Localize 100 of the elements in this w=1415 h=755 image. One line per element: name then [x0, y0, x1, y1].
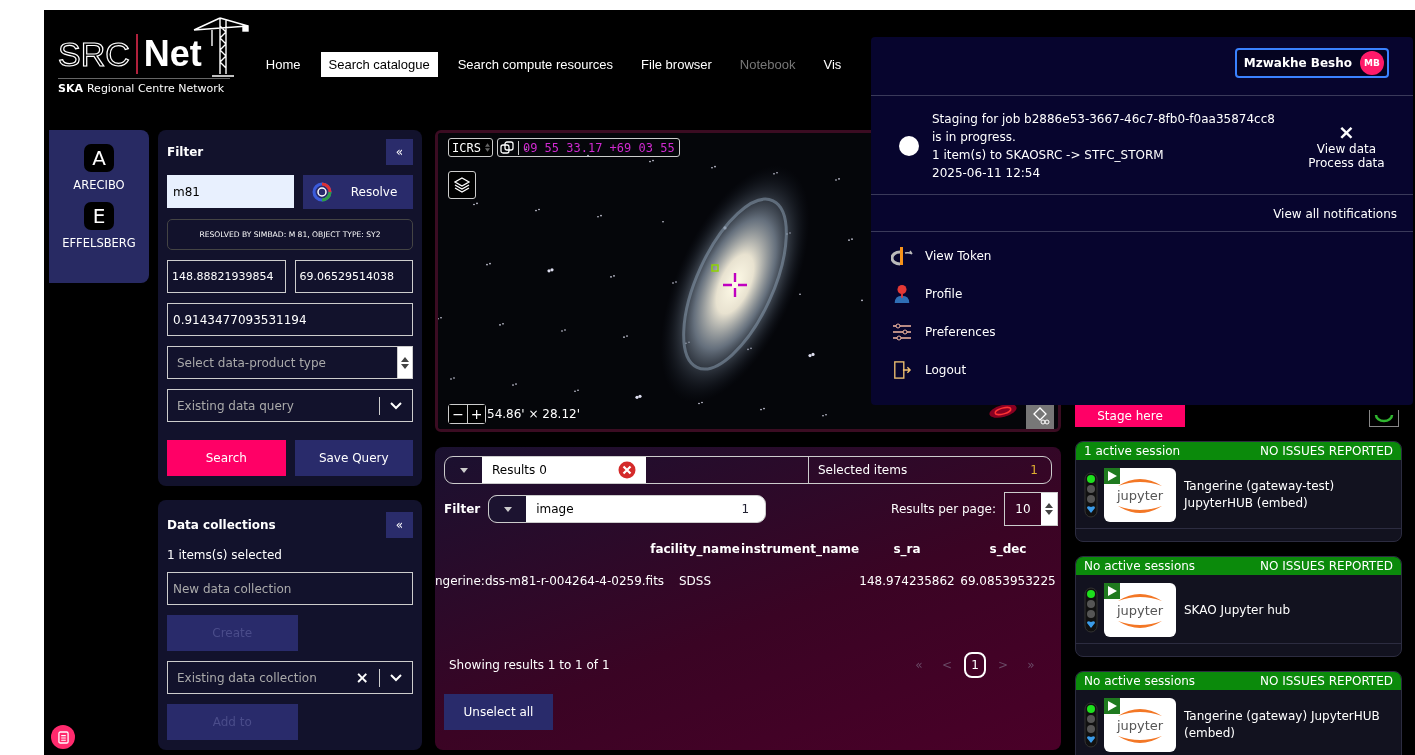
search-button[interactable]: Search	[167, 440, 286, 476]
results-tab[interactable]: Results 0	[482, 457, 646, 483]
crosshair-icon	[723, 273, 747, 297]
table-cell: ngerine:dss-m81-r-004264-4-0259.fits	[435, 574, 665, 588]
facility-name[interactable]: ARECIBO	[73, 178, 125, 192]
page-button[interactable]: 1	[964, 652, 986, 678]
close-button[interactable]: ×	[1338, 122, 1355, 142]
dec-field[interactable]: 69.06529514038	[294, 260, 413, 293]
facility-badge[interactable]: E	[84, 202, 114, 230]
per-page-label: Results per page:	[891, 502, 996, 516]
collapse-button[interactable]: «	[386, 512, 413, 538]
layers-icon	[453, 176, 471, 194]
select-toggle[interactable]	[397, 346, 413, 379]
session-status: 1 active session	[1084, 444, 1181, 458]
logo-text: SKA	[58, 82, 83, 95]
filter-field[interactable]: image 1	[488, 495, 767, 523]
menu-item[interactable]: Preferences	[891, 320, 1413, 344]
column-header[interactable]: s_ra	[859, 538, 955, 560]
session-status: No active sessions	[1084, 559, 1196, 573]
nav-tab[interactable]: Search compute resources	[449, 52, 622, 77]
notification-detail: 1 item(s) to SKAOSRC -> STFC_STORM	[932, 147, 1165, 164]
service-name: Tangerine (gateway) JupyterHUB (embed)	[1183, 708, 1381, 742]
tab-label: Results 0	[492, 463, 547, 477]
notes-button[interactable]	[51, 725, 75, 749]
selected-items-tab[interactable]: Selected items 1	[809, 457, 1051, 483]
status-lights-icon	[1084, 472, 1098, 518]
selection-count: 1 items(s) selected	[167, 548, 283, 562]
status-lights-icon	[1084, 702, 1098, 748]
column-header[interactable]: s_dec	[955, 538, 1061, 560]
facility-badge[interactable]: A	[84, 144, 114, 172]
radius-field[interactable]: 0.9143477093531194	[167, 303, 413, 336]
health-status: NO ISSUES REPORTED	[1259, 674, 1393, 688]
app-logo[interactable]: jupyter	[1104, 468, 1176, 522]
health-status: NO ISSUES REPORTED	[1259, 444, 1393, 458]
caret-icon	[459, 467, 468, 473]
menu-item[interactable]: Profile	[891, 282, 1413, 306]
column-header[interactable]: instrument_name	[741, 538, 859, 560]
column-header[interactable]: facility_name	[649, 538, 741, 560]
play-icon	[1104, 583, 1120, 599]
per-page-select[interactable]: 10	[1004, 492, 1058, 526]
target-field[interactable]: m81	[167, 175, 294, 208]
caret-icon	[503, 506, 512, 512]
play-icon	[1104, 468, 1120, 484]
close-circle-icon[interactable]	[618, 461, 636, 479]
table-cell: 69.0853953225	[960, 574, 1056, 588]
view-all-link[interactable]: View all notifications	[1273, 207, 1397, 221]
notification-action-link[interactable]: View data	[1316, 142, 1377, 156]
ra-field[interactable]: 148.88821939854	[167, 260, 286, 293]
logo-text: jupyter	[1116, 602, 1164, 618]
status-lights-icon	[1084, 587, 1098, 633]
selected-count: 1	[1030, 463, 1038, 477]
logo-subtitle: Regional Centre Network	[86, 82, 225, 95]
play-icon	[1104, 698, 1120, 714]
refresh-icon[interactable]	[1369, 410, 1399, 427]
copy-icon[interactable]	[499, 140, 514, 155]
panel-title: Filter	[167, 145, 204, 159]
nav-tab[interactable]: File browser	[633, 52, 720, 77]
tab-label: Selected items	[818, 463, 908, 477]
user-button[interactable]: Mzwakhe Besho MB	[1234, 48, 1389, 78]
stage-here-button[interactable]: Stage here	[1075, 405, 1185, 427]
table-cell: 148.974235862	[859, 574, 955, 588]
app-logo[interactable]: jupyter	[1104, 698, 1176, 752]
frame-select[interactable]: ICRS	[448, 138, 493, 157]
avatar: MB	[1360, 51, 1384, 75]
logo-text: SRC	[58, 34, 130, 74]
document-icon	[57, 730, 69, 744]
sliders-icon	[891, 323, 913, 341]
door-arrow-icon	[891, 361, 913, 379]
collection-name-field[interactable]: New data collection	[167, 572, 413, 605]
zoom-in-button[interactable]: +	[467, 405, 485, 423]
notification-message: Staging for job b2886e53-3667-46c7-8fb0-f0aa35874cc8 is in progress.	[932, 111, 1276, 146]
notification-action-link[interactable]: Process data	[1308, 156, 1385, 170]
app-logo[interactable]: jupyter	[1104, 583, 1176, 637]
status-dot-icon	[899, 136, 919, 156]
arc-bar-icon	[891, 246, 913, 266]
collapse-button[interactable]: «	[386, 139, 413, 165]
zoom-out-button[interactable]: −	[449, 405, 467, 423]
nav-tab[interactable]: Search catalogue	[320, 52, 438, 77]
health-status: NO ISSUES REPORTED	[1259, 559, 1393, 573]
galaxy-icon[interactable]	[988, 403, 1018, 419]
nav-tab[interactable]: Vis	[815, 52, 850, 77]
save-query-button[interactable]: Save Query	[294, 440, 413, 476]
unselect-all-button[interactable]: Unselect all	[444, 694, 553, 730]
service-name: Tangerine (gateway-test) JupyterHUB (embed)	[1182, 478, 1336, 512]
coordinates-field[interactable]: 09 55 33.17 +69 03 55	[496, 138, 680, 157]
field-of-view-label: 54.86' × 28.12'	[487, 407, 580, 421]
filter-label: Filter	[444, 502, 481, 516]
product-type-select[interactable]: Select data-product type	[167, 346, 397, 379]
nav-tab[interactable]: Home	[257, 52, 309, 77]
menu-item[interactable]: View Token	[891, 244, 1413, 268]
facility-name[interactable]: EFFELSBERG	[62, 236, 136, 250]
session-status: No active sessions	[1084, 674, 1196, 688]
layers-button[interactable]	[448, 171, 476, 199]
table-cell: SDSS	[678, 574, 712, 588]
filter-value: image	[535, 502, 575, 516]
sort-arrows-icon	[1045, 503, 1053, 515]
panel-title: Data collections	[167, 518, 276, 532]
menu-item[interactable]: Logout	[891, 358, 1413, 382]
resolve-button[interactable]: Resolve	[303, 175, 413, 209]
sort-arrows-icon	[484, 143, 490, 152]
